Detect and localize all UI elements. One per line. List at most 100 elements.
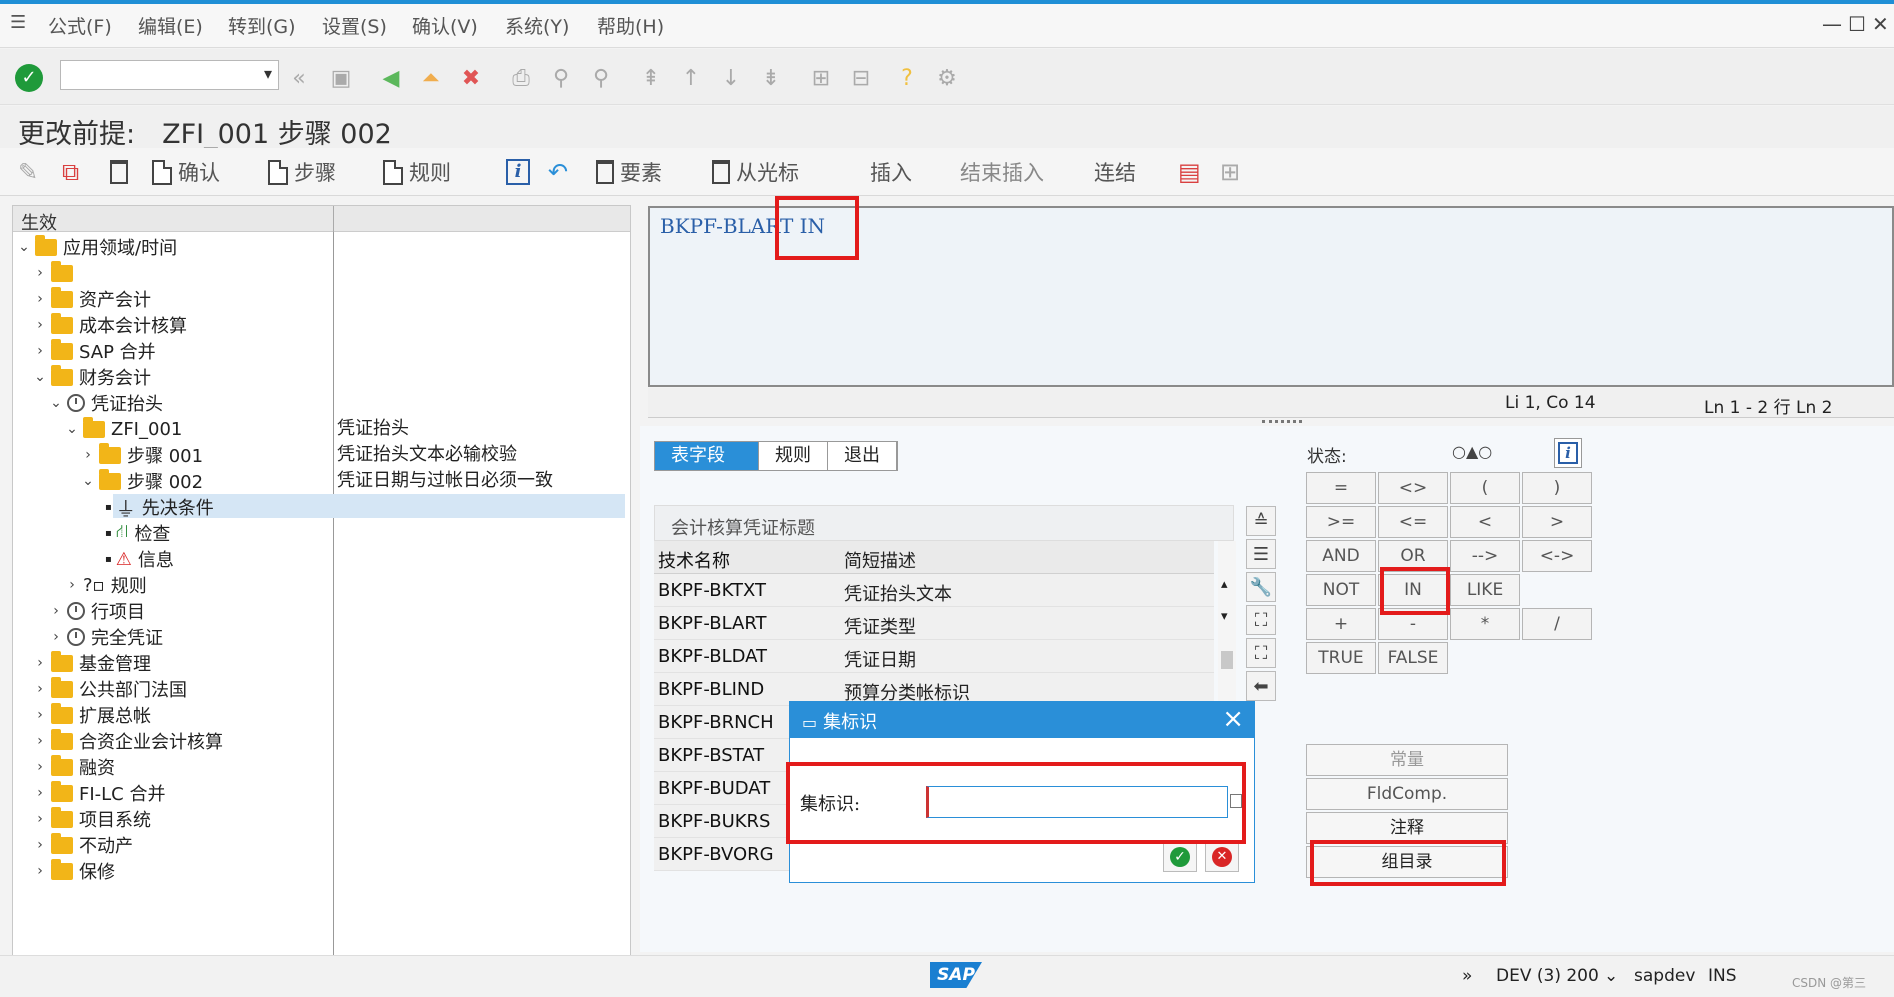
chevron-right-icon[interactable]: › xyxy=(33,291,47,307)
tree-node-extended-gl[interactable]: › 扩展总帐 xyxy=(33,702,151,728)
filter-lines-icon[interactable]: ☰ xyxy=(1246,539,1276,569)
tree-node-complete-document[interactable]: › 完全凭证 xyxy=(49,624,163,650)
operator-equivalent[interactable]: <-> xyxy=(1522,540,1592,572)
chevron-right-icon[interactable]: › xyxy=(33,265,47,281)
tree-node-prerequisite[interactable]: ▪ ⏚ 先决条件 xyxy=(105,494,214,521)
table-row[interactable]: BKPF-BLDAT 凭证日期 xyxy=(654,640,1214,673)
operator-true[interactable]: TRUE xyxy=(1306,642,1376,674)
new-session-icon[interactable]: ⊞ xyxy=(806,63,836,93)
operator-close-paren[interactable]: ) xyxy=(1522,472,1592,504)
expand-status-icon[interactable]: » xyxy=(1462,966,1472,986)
cancel-icon[interactable]: ✖ xyxy=(456,63,486,93)
tree-node-joint-venture[interactable]: › 合资企业会计核算 xyxy=(33,728,223,754)
chevron-right-icon[interactable]: › xyxy=(49,629,63,645)
print-icon[interactable]: ⎙ xyxy=(506,63,536,93)
back-icon[interactable]: ◀ xyxy=(376,63,406,93)
chevron-right-icon[interactable]: › xyxy=(65,577,79,593)
constant-button[interactable]: 常量 xyxy=(1306,744,1508,776)
scroll-up-icon[interactable]: ▴ xyxy=(1221,577,1228,592)
chevron-right-icon[interactable]: › xyxy=(33,863,47,879)
tree-node-zfi-001[interactable]: ⌄ ZFI_001 xyxy=(65,416,182,442)
minimize-icon[interactable]: — xyxy=(1822,12,1842,36)
tree-node-financing[interactable]: › 融资 xyxy=(33,754,115,780)
end-insert-button[interactable]: 结束插入 xyxy=(960,156,1044,188)
from-cursor-button[interactable]: 从光标 xyxy=(712,156,799,188)
chevron-right-icon[interactable]: › xyxy=(33,681,47,697)
insert-button[interactable]: 插入 xyxy=(870,156,912,188)
operator-equals[interactable]: = xyxy=(1306,472,1376,504)
scroll-down-icon[interactable]: ▾ xyxy=(1221,609,1228,624)
chevron-down-icon[interactable]: ⌄ xyxy=(81,473,95,489)
command-field[interactable]: ▾ xyxy=(60,60,279,90)
binoculars-icon[interactable]: ⛶ xyxy=(1246,605,1276,635)
operator-like[interactable]: LIKE xyxy=(1450,574,1520,606)
menu-confirm[interactable]: 确认(V) xyxy=(412,12,478,39)
chevron-right-icon[interactable]: › xyxy=(33,707,47,723)
system-dropdown-icon[interactable]: ⌄ xyxy=(1604,966,1618,986)
chevron-right-icon[interactable]: › xyxy=(81,447,95,463)
tree-node-step-001[interactable]: › 步骤 001 xyxy=(81,442,203,468)
tree-node-document-header[interactable]: ⌄ 凭证抬头 xyxy=(49,390,163,416)
last-page-icon[interactable]: ⇟ xyxy=(756,63,786,93)
chevron-down-icon[interactable]: ▾ xyxy=(264,64,272,83)
enter-icon[interactable]: ✓ xyxy=(14,63,44,93)
chevron-right-icon[interactable]: › xyxy=(49,603,63,619)
tab-exits[interactable]: 退出 xyxy=(828,442,897,470)
step-button[interactable]: 步骤 xyxy=(268,156,336,188)
close-icon[interactable]: ✕ xyxy=(1872,12,1889,36)
wrench-icon[interactable]: 🔧 xyxy=(1246,572,1276,602)
menu-goto[interactable]: 转到(G) xyxy=(228,12,296,39)
operator-and[interactable]: AND xyxy=(1306,540,1376,572)
tree-node-fi-lc[interactable]: › FI-LC 合并 xyxy=(33,780,165,806)
chevron-right-icon[interactable]: › xyxy=(33,837,47,853)
find-icon[interactable]: ⚲ xyxy=(546,63,576,93)
dialog-ok-button[interactable]: ✓ xyxy=(1163,842,1197,872)
info-icon[interactable]: i xyxy=(506,156,530,188)
tree-node-asset-accounting[interactable]: › 资产会计 xyxy=(33,286,151,312)
tree-node-financial-accounting[interactable]: ⌄ 财务会计 xyxy=(33,364,151,390)
table-row[interactable]: BKPF-BLART 凭证类型 xyxy=(654,607,1214,640)
operator-lt[interactable]: < xyxy=(1450,506,1520,538)
operator-implies[interactable]: --> xyxy=(1450,540,1520,572)
tree-node-public-sector-france[interactable]: › 公共部门法国 xyxy=(33,676,187,702)
chevron-right-icon[interactable]: › xyxy=(33,733,47,749)
table-row[interactable]: BKPF-BKTXT 凭证抬头文本 xyxy=(654,574,1214,607)
tree-node-project-system[interactable]: › 项目系统 xyxy=(33,806,151,832)
tree-node-funds-management[interactable]: › 基金管理 xyxy=(33,650,151,676)
tree-node-sap-consolidation[interactable]: › SAP 合并 xyxy=(33,338,156,364)
chevron-right-icon[interactable]: › xyxy=(33,655,47,671)
table-delete-icon[interactable]: ▤ xyxy=(1178,156,1201,188)
chevron-down-icon[interactable]: ⌄ xyxy=(65,421,79,437)
system-menu-icon[interactable]: ☰ xyxy=(10,12,26,33)
chevron-down-icon[interactable]: ⌄ xyxy=(49,395,63,411)
tree-node-step-002[interactable]: ⌄ 步骤 002 xyxy=(81,468,203,494)
tree-node-check[interactable]: ▪ ⛙ 检查 xyxy=(105,520,170,546)
tab-table-fields[interactable]: 表字段 xyxy=(655,442,759,470)
operator-gt[interactable]: > xyxy=(1522,506,1592,538)
scroll-thumb[interactable] xyxy=(1221,651,1233,669)
next-page-icon[interactable]: ↓ xyxy=(716,63,746,93)
menu-formula[interactable]: 公式(F) xyxy=(48,12,112,39)
tree-node-application-area[interactable]: ⌄ 应用领域/时间 xyxy=(17,234,177,260)
display-change-icon[interactable]: ✎ xyxy=(18,156,38,188)
operator-not-equal[interactable]: <> xyxy=(1378,472,1448,504)
operator-gte[interactable]: >= xyxy=(1306,506,1376,538)
tree-node-warranty[interactable]: › 保修 xyxy=(33,858,115,884)
tree-node-message[interactable]: ▪ ⚠ 信息 xyxy=(105,546,174,572)
first-page-icon[interactable]: ⇞ xyxy=(636,63,666,93)
chevron-right-icon[interactable]: › xyxy=(33,785,47,801)
operator-divide[interactable]: / xyxy=(1522,608,1592,640)
help-icon[interactable]: ? xyxy=(892,63,922,93)
link-button[interactable]: 连结 xyxy=(1094,156,1136,188)
arrow-left-icon[interactable]: ⬅ xyxy=(1246,671,1276,701)
double-back-icon[interactable]: « xyxy=(284,63,314,93)
chevron-right-icon[interactable]: › xyxy=(33,759,47,775)
copy-icon[interactable]: ⧉ xyxy=(62,156,79,188)
chevron-down-icon[interactable]: ⌄ xyxy=(33,369,47,385)
find-next-icon[interactable]: ⚲ xyxy=(586,63,616,93)
operator-open-paren[interactable]: ( xyxy=(1450,472,1520,504)
exit-icon[interactable]: ⏶ xyxy=(416,63,446,93)
menu-system[interactable]: 系统(Y) xyxy=(505,12,569,39)
chevron-right-icon[interactable]: › xyxy=(33,343,47,359)
operator-not[interactable]: NOT xyxy=(1306,574,1376,606)
